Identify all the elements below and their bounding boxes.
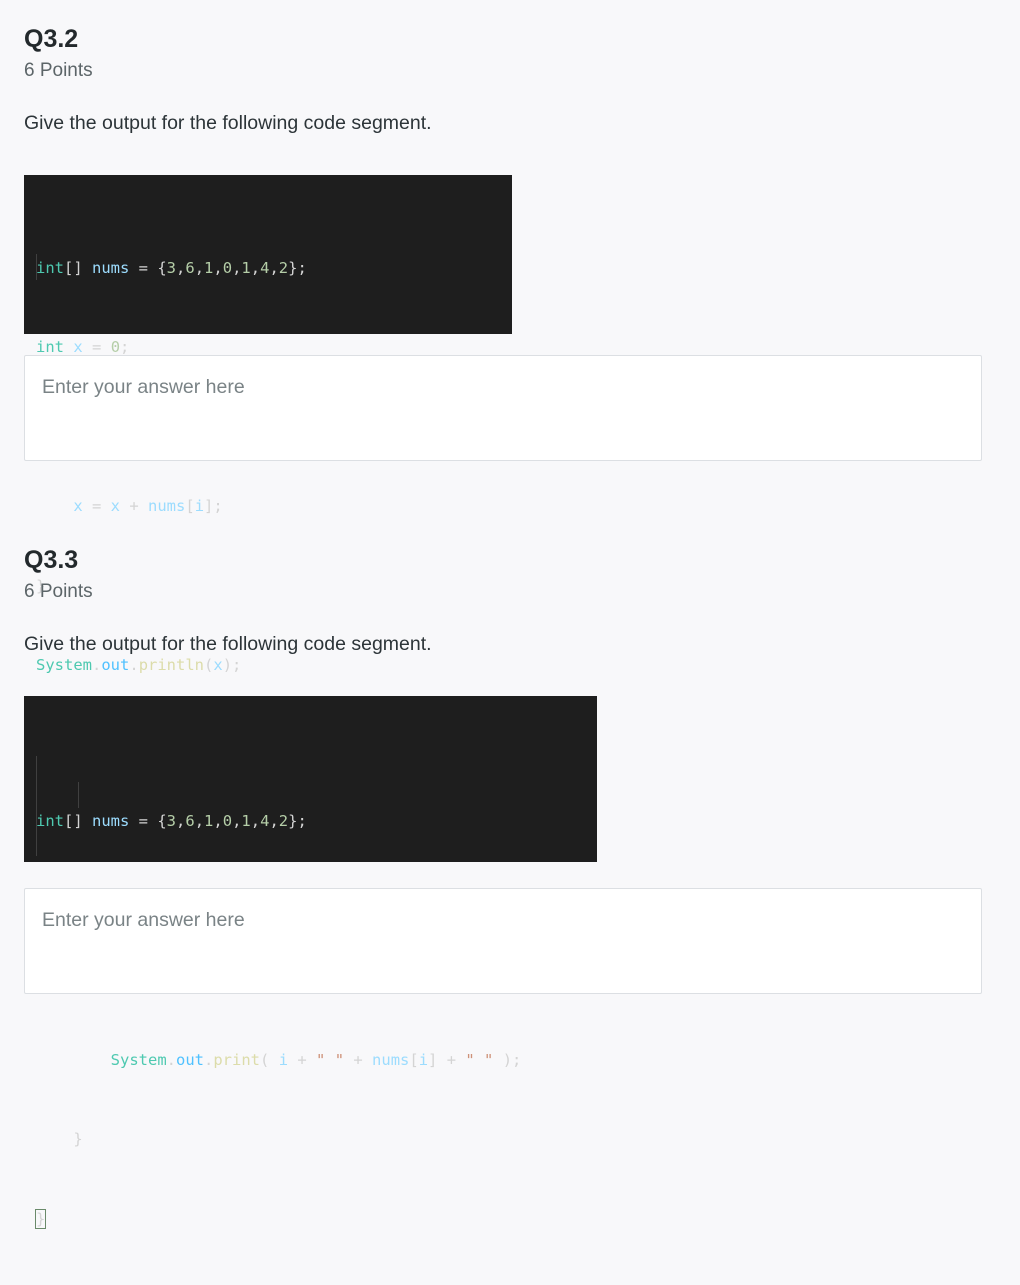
question-points: 6 Points	[24, 60, 93, 81]
code-line-1: int[] nums = {3,6,1,0,1,4,2};	[36, 258, 307, 277]
question-prompt: Give the output for the following code s…	[24, 112, 432, 134]
answer-input[interactable]	[24, 888, 982, 994]
code-line-6: }	[34, 1208, 47, 1229]
question-points: 6 Points	[24, 581, 93, 602]
code-snippet: int[] nums = {3,6,1,0,1,4,2}; for(int i …	[24, 696, 597, 1229]
code-snippet: int[] nums = {3,6,1,0,1,4,2}; int x = 0;…	[24, 175, 512, 674]
answer-input[interactable]	[24, 355, 982, 461]
indent-guide	[36, 756, 37, 856]
question-title: Q3.3	[24, 546, 79, 574]
code-line-1: int[] nums = {3,6,1,0,1,4,2};	[36, 812, 307, 830]
code-line-5: }	[36, 1130, 83, 1148]
code-line-5: }	[36, 576, 46, 595]
question-prompt: Give the output for the following code s…	[24, 633, 432, 655]
question-title: Q3.2	[24, 25, 79, 53]
indent-guide	[78, 782, 79, 808]
code-line-4: System.out.print( i + " " + nums[i] + " …	[110, 1050, 522, 1069]
code-line-4: x = x + nums[i];	[73, 497, 223, 515]
